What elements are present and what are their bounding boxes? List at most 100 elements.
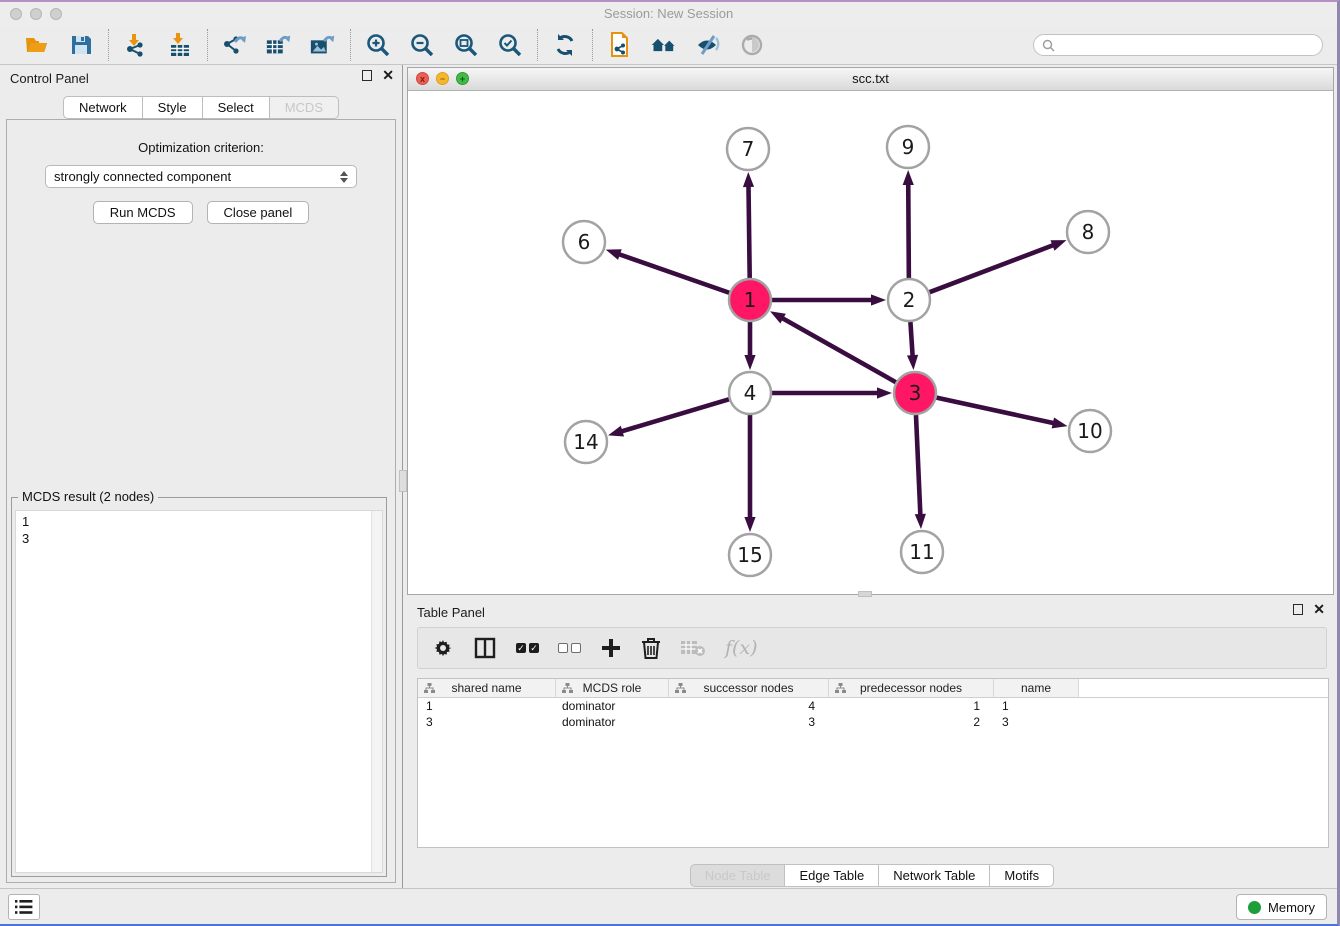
edge-4-14[interactable] bbox=[608, 399, 729, 436]
node-8[interactable]: 8 bbox=[1067, 211, 1109, 253]
cell[interactable]: 4 bbox=[669, 698, 829, 714]
import-network-icon[interactable] bbox=[122, 31, 150, 59]
save-session-icon[interactable] bbox=[67, 31, 95, 59]
column-header-shared-name[interactable]: shared name bbox=[418, 679, 556, 697]
select-stepper-icon bbox=[340, 171, 348, 183]
edge-1-7[interactable] bbox=[743, 172, 754, 278]
hierarchy-icon bbox=[562, 683, 573, 694]
cell[interactable]: 2 bbox=[829, 714, 994, 730]
control-tab-mcds[interactable]: MCDS bbox=[270, 96, 339, 119]
search-input[interactable] bbox=[1055, 38, 1314, 52]
edge-1-2[interactable] bbox=[772, 294, 886, 305]
edge-2-8[interactable] bbox=[930, 240, 1067, 292]
node-1[interactable]: 1 bbox=[729, 279, 771, 321]
column-header-predecessor-nodes[interactable]: predecessor nodes bbox=[829, 679, 994, 697]
zoom-out-icon[interactable] bbox=[408, 31, 436, 59]
svg-text:8: 8 bbox=[1082, 220, 1095, 244]
export-network-icon[interactable] bbox=[221, 31, 249, 59]
zoom-in-icon[interactable] bbox=[364, 31, 392, 59]
cell[interactable]: dominator bbox=[556, 714, 669, 730]
edge-3-11[interactable] bbox=[915, 415, 926, 529]
node-table[interactable]: shared nameMCDS rolesuccessor nodesprede… bbox=[417, 678, 1329, 848]
mcds-panel: Optimization criterion: strongly connect… bbox=[6, 119, 396, 883]
edge-3-10[interactable] bbox=[936, 398, 1067, 429]
node-15[interactable]: 15 bbox=[729, 534, 771, 576]
deselect-all-icon[interactable] bbox=[558, 635, 581, 661]
horizontal-splitter-handle[interactable] bbox=[858, 591, 872, 597]
refresh-icon[interactable] bbox=[551, 31, 579, 59]
task-history-button[interactable] bbox=[8, 894, 40, 920]
zoom-selected-icon[interactable] bbox=[496, 31, 524, 59]
export-image-icon[interactable] bbox=[309, 31, 337, 59]
import-table-icon[interactable] bbox=[166, 31, 194, 59]
mcds-result-area[interactable]: 1 3 bbox=[15, 510, 383, 873]
cell[interactable]: 3 bbox=[418, 714, 556, 730]
svg-text:14: 14 bbox=[573, 430, 598, 454]
zoom-fit-icon[interactable] bbox=[452, 31, 480, 59]
memory-button[interactable]: Memory bbox=[1236, 894, 1327, 920]
control-tab-network[interactable]: Network bbox=[63, 96, 143, 119]
delete-table-icon[interactable] bbox=[680, 635, 706, 661]
node-7[interactable]: 7 bbox=[727, 128, 769, 170]
network-window-titlebar[interactable]: x − + scc.txt bbox=[408, 68, 1333, 91]
function-builder-icon[interactable]: f(x) bbox=[725, 635, 758, 661]
result-scrollbar[interactable] bbox=[371, 511, 382, 872]
cell[interactable]: 1 bbox=[994, 698, 1079, 714]
column-header-name[interactable]: name bbox=[994, 679, 1079, 697]
table-row[interactable]: 1dominator411 bbox=[418, 698, 1328, 714]
edge-1-4[interactable] bbox=[744, 322, 755, 370]
close-panel-icon[interactable]: ✕ bbox=[382, 70, 394, 81]
control-panel: Control Panel ✕ NetworkStyleSelectMCDS O… bbox=[0, 65, 403, 890]
cell[interactable]: 3 bbox=[994, 714, 1079, 730]
columns-icon[interactable] bbox=[473, 635, 497, 661]
gear-icon[interactable] bbox=[432, 635, 454, 661]
control-tab-select[interactable]: Select bbox=[203, 96, 270, 119]
clone-network-icon[interactable] bbox=[606, 31, 634, 59]
edge-2-3[interactable] bbox=[907, 322, 918, 370]
node-3[interactable]: 3 bbox=[894, 372, 936, 414]
edge-1-6[interactable] bbox=[606, 249, 730, 292]
node-9[interactable]: 9 bbox=[887, 126, 929, 168]
table-header-row: shared nameMCDS rolesuccessor nodesprede… bbox=[418, 679, 1328, 698]
table-tab-motifs[interactable]: Motifs bbox=[990, 864, 1054, 887]
node-6[interactable]: 6 bbox=[563, 221, 605, 263]
edge-4-15[interactable] bbox=[744, 415, 755, 532]
table-tab-network-table[interactable]: Network Table bbox=[879, 864, 990, 887]
criterion-select[interactable]: strongly connected component bbox=[45, 165, 357, 188]
add-row-icon[interactable] bbox=[600, 635, 622, 661]
search-field[interactable] bbox=[1033, 34, 1323, 56]
table-tab-edge-table[interactable]: Edge Table bbox=[785, 864, 879, 887]
delete-row-icon[interactable] bbox=[641, 635, 661, 661]
float-panel-icon[interactable] bbox=[362, 70, 372, 81]
cell[interactable]: 1 bbox=[829, 698, 994, 714]
edge-4-3[interactable] bbox=[772, 387, 892, 398]
node-2[interactable]: 2 bbox=[888, 279, 930, 321]
edge-3-1[interactable] bbox=[770, 311, 896, 382]
open-session-icon[interactable] bbox=[23, 31, 51, 59]
node-10[interactable]: 10 bbox=[1069, 410, 1111, 452]
table-panel: Table Panel ✕ ✓✓ f(x) bbox=[407, 599, 1337, 890]
run-mcds-button[interactable]: Run MCDS bbox=[93, 201, 193, 224]
cell[interactable]: 3 bbox=[669, 714, 829, 730]
close-panel-button[interactable]: Close panel bbox=[207, 201, 310, 224]
node-4[interactable]: 4 bbox=[729, 372, 771, 414]
select-all-icon[interactable]: ✓✓ bbox=[516, 635, 539, 661]
column-header-MCDS-role[interactable]: MCDS role bbox=[556, 679, 669, 697]
edge-2-9[interactable] bbox=[903, 170, 914, 278]
control-tab-style[interactable]: Style bbox=[143, 96, 203, 119]
vertical-splitter-handle[interactable] bbox=[399, 470, 407, 492]
export-table-icon[interactable] bbox=[265, 31, 293, 59]
show-graphics-details-icon[interactable] bbox=[738, 31, 766, 59]
hide-graphics-details-icon[interactable] bbox=[694, 31, 722, 59]
close-table-panel-icon[interactable]: ✕ bbox=[1313, 604, 1325, 615]
node-11[interactable]: 11 bbox=[901, 531, 943, 573]
cell[interactable]: 1 bbox=[418, 698, 556, 714]
table-row[interactable]: 3dominator323 bbox=[418, 714, 1328, 730]
column-header-successor-nodes[interactable]: successor nodes bbox=[669, 679, 829, 697]
node-14[interactable]: 14 bbox=[565, 421, 607, 463]
cell[interactable]: dominator bbox=[556, 698, 669, 714]
table-tab-node-table[interactable]: Node Table bbox=[690, 864, 786, 887]
first-neighbors-icon[interactable] bbox=[650, 31, 678, 59]
float-table-panel-icon[interactable] bbox=[1293, 604, 1303, 615]
network-canvas[interactable]: 7 9 6 8 1 2 4 3 14 10 15 11 bbox=[408, 91, 1333, 594]
